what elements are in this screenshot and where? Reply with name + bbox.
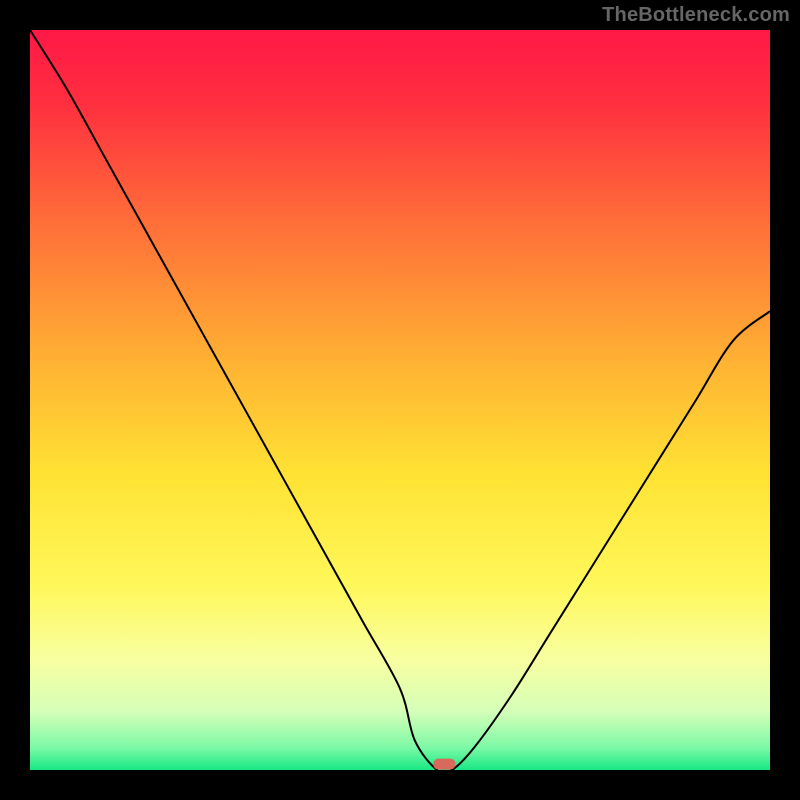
plot-area <box>30 30 770 770</box>
watermark-label: TheBottleneck.com <box>602 4 790 27</box>
chart-frame: TheBottleneck.com <box>0 0 800 800</box>
gradient-chart <box>30 30 770 770</box>
gradient-background <box>30 30 770 770</box>
optimal-marker <box>433 759 455 770</box>
